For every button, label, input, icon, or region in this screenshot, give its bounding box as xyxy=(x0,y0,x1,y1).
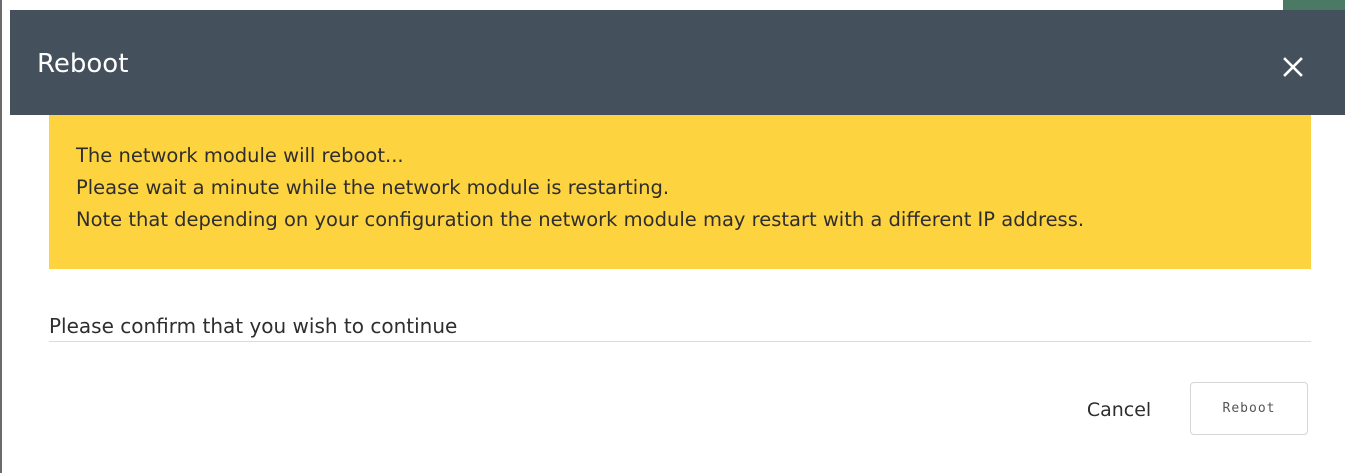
divider xyxy=(49,341,1311,342)
close-icon xyxy=(1283,57,1303,77)
confirm-message: Please confirm that you wish to continue xyxy=(49,314,458,338)
window-edge xyxy=(0,0,2,473)
reboot-dialog: Reboot The network module will reboot...… xyxy=(10,10,1345,473)
dialog-title: Reboot xyxy=(37,49,129,79)
warning-line-3: Note that depending on your configuratio… xyxy=(76,208,1085,231)
dialog-header: Reboot xyxy=(10,10,1345,115)
background-strip xyxy=(0,0,1345,10)
warning-box: The network module will reboot... Please… xyxy=(49,115,1311,269)
close-button[interactable] xyxy=(1278,52,1308,82)
cancel-button[interactable]: Cancel xyxy=(1074,388,1164,432)
page: Reboot The network module will reboot...… xyxy=(0,0,1345,473)
reboot-button[interactable]: Reboot xyxy=(1190,382,1308,435)
warning-line-1: The network module will reboot... xyxy=(76,144,404,167)
warning-line-2: Please wait a minute while the network m… xyxy=(76,176,670,199)
